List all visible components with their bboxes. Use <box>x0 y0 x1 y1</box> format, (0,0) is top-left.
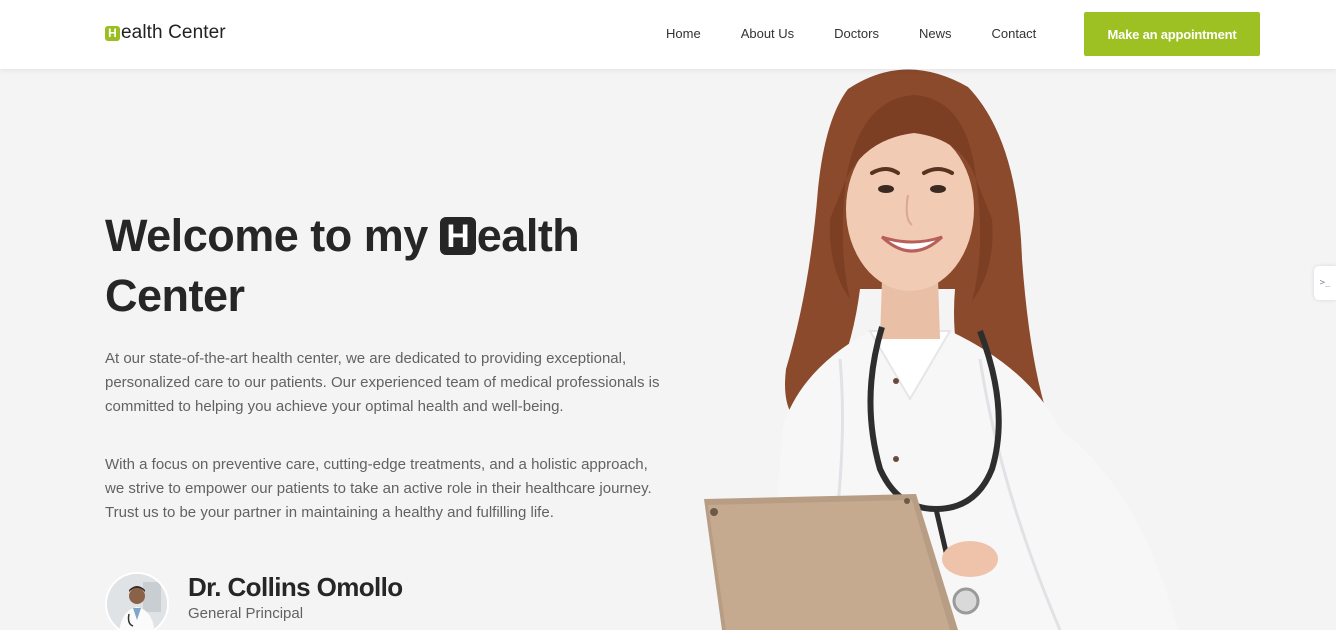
main-nav: Home About Us Doctors News Contact <box>666 26 1076 41</box>
make-appointment-button[interactable]: Make an appointment <box>1084 12 1260 56</box>
logo-letter-icon: H <box>105 25 120 41</box>
hero-paragraph-1: At our state-of-the-art health center, w… <box>105 350 660 415</box>
nav-item-about-us[interactable]: About Us <box>741 26 794 41</box>
hero-title-part-1: Welcome to my <box>105 210 440 261</box>
hero-title: Welcome to my Health Center <box>105 206 665 326</box>
avatar <box>105 572 169 630</box>
hero-title-letter-icon: H <box>439 217 476 255</box>
doctor-avatar-icon <box>107 574 167 630</box>
nav-item-home[interactable]: Home <box>666 26 701 41</box>
nav-item-contact[interactable]: Contact <box>991 26 1036 41</box>
author-name: Dr. Collins Omollo <box>188 572 403 602</box>
author-role: General Principal <box>188 605 304 622</box>
top-navbar: Health Center Home About Us Doctors News… <box>0 0 1336 69</box>
nav-item-news[interactable]: News <box>919 26 952 41</box>
author-card: Dr. Collins Omollo General Principal <box>105 572 403 630</box>
author-info: Dr. Collins Omollo General Principal <box>188 572 403 622</box>
doctor-hero-image <box>704 69 1178 630</box>
nav-item-doctors[interactable]: Doctors <box>834 26 879 41</box>
hero-paragraph-2: With a focus on preventive care, cutting… <box>105 456 652 521</box>
terminal-icon: >_ <box>1319 278 1331 288</box>
logo-text: ealth Center <box>121 22 226 43</box>
floating-side-tab[interactable]: >_ <box>1314 266 1336 300</box>
site-logo[interactable]: Health Center <box>105 22 226 44</box>
